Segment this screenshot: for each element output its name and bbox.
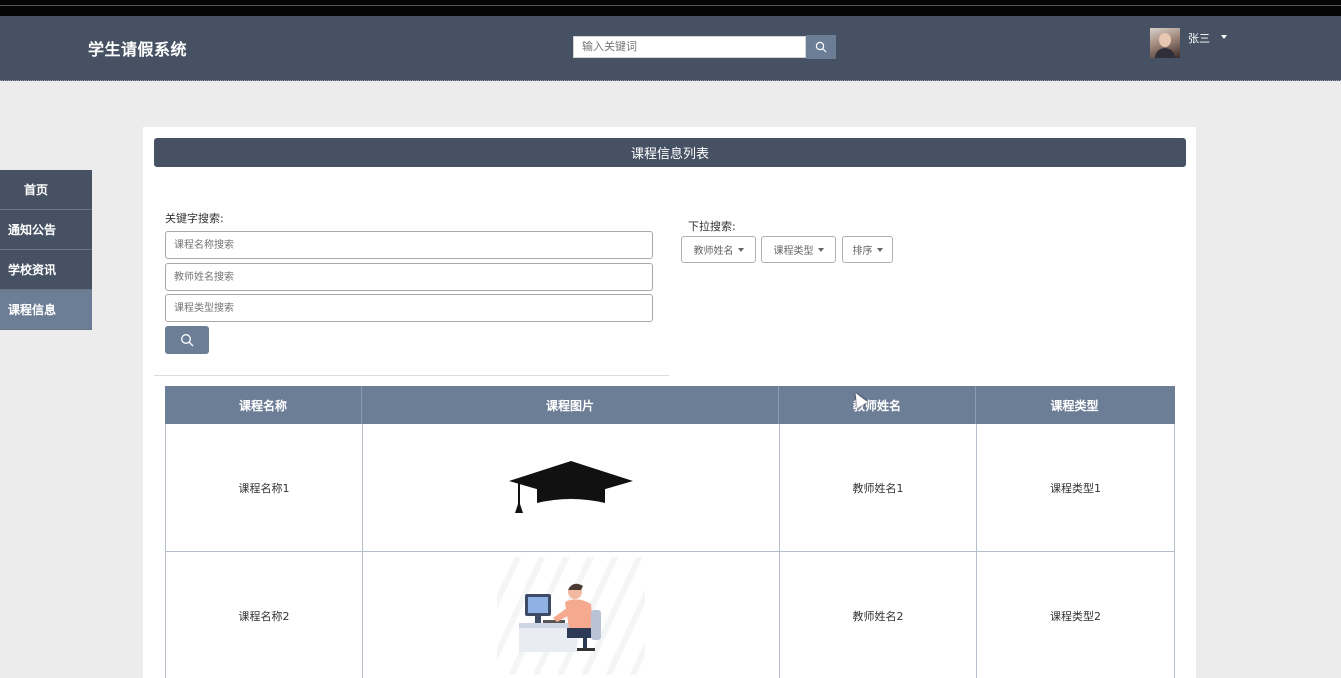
course-name-cell: 课程名称2 — [166, 552, 363, 678]
column-header: 教师姓名 — [779, 386, 976, 424]
sidebar-item-school-news[interactable]: 学校资讯 — [0, 250, 92, 290]
table-row[interactable]: 课程名称1 教师姓名1 课程类型1 — [165, 424, 1175, 552]
window-top-strip — [0, 0, 1341, 16]
course-image-cell — [363, 424, 780, 551]
chevron-down-icon — [737, 247, 744, 252]
sidebar-item-course-info[interactable]: 课程信息 — [0, 290, 92, 330]
sidebar-nav: 首页 通知公告 学校资讯 课程信息 — [0, 170, 92, 330]
dropdown-label: 教师姓名 — [693, 246, 734, 257]
dropdown-label: 排序 — [852, 246, 873, 257]
teacher-name-search-input[interactable] — [165, 263, 653, 291]
course-type-cell: 课程类型2 — [1050, 609, 1101, 623]
teacher-name-cell: 教师姓名1 — [780, 424, 977, 551]
chevron-down-icon — [876, 247, 883, 252]
teacher-name-cell: 教师姓名2 — [780, 552, 977, 678]
course-name-search-input[interactable] — [165, 231, 653, 259]
chevron-down-icon — [817, 247, 824, 252]
course-type-cell: 课程类型1 — [1050, 481, 1101, 495]
divider — [154, 375, 669, 376]
sidebar-item-home[interactable]: 首页 — [0, 170, 92, 210]
dropdown-search-label: 下拉搜索: — [688, 220, 736, 233]
header-search-input[interactable] — [573, 36, 806, 58]
site-title: 学生请假系统 — [88, 40, 188, 59]
teacher-name-dropdown[interactable]: 教师姓名 — [681, 236, 756, 263]
keyword-search-label: 关键字搜索: — [165, 212, 224, 225]
header-search-button[interactable] — [806, 35, 836, 59]
panel-title: 课程信息列表 — [154, 138, 1186, 167]
user-avatar[interactable] — [1150, 28, 1180, 58]
sidebar-item-notices[interactable]: 通知公告 — [0, 210, 92, 250]
course-table: 课程名称 课程图片 教师姓名 课程类型 课程名称1 教师姓名1 课程类型1 课程… — [165, 386, 1175, 678]
table-row[interactable]: 课程名称2 教师姓名2 课程类型2 — [165, 552, 1175, 678]
course-type-search-input[interactable] — [165, 294, 653, 322]
table-header: 课程名称 课程图片 教师姓名 课程类型 — [165, 386, 1175, 424]
course-image-cell — [363, 552, 780, 678]
search-button[interactable] — [165, 326, 209, 354]
person-at-computer-illustration — [497, 556, 645, 675]
sort-dropdown[interactable]: 排序 — [842, 236, 893, 263]
course-type-dropdown[interactable]: 课程类型 — [761, 236, 836, 263]
column-header: 课程图片 — [362, 386, 779, 424]
course-list-panel: 课程信息列表 关键字搜索: 下拉搜索: 教师姓名 课程类型 排序 课程名称 课程… — [143, 127, 1196, 678]
search-icon — [815, 41, 827, 53]
top-header: 学生请假系统 张三 — [0, 16, 1341, 81]
dropdown-label: 课程类型 — [773, 246, 814, 257]
course-name-cell: 课程名称1 — [166, 424, 363, 551]
chevron-down-icon[interactable] — [1221, 35, 1227, 39]
graduation-cap-icon — [509, 460, 633, 513]
search-icon — [181, 334, 194, 347]
column-header: 课程名称 — [165, 386, 362, 424]
user-name[interactable]: 张三 — [1188, 30, 1210, 46]
column-header: 课程类型 — [1050, 398, 1099, 413]
